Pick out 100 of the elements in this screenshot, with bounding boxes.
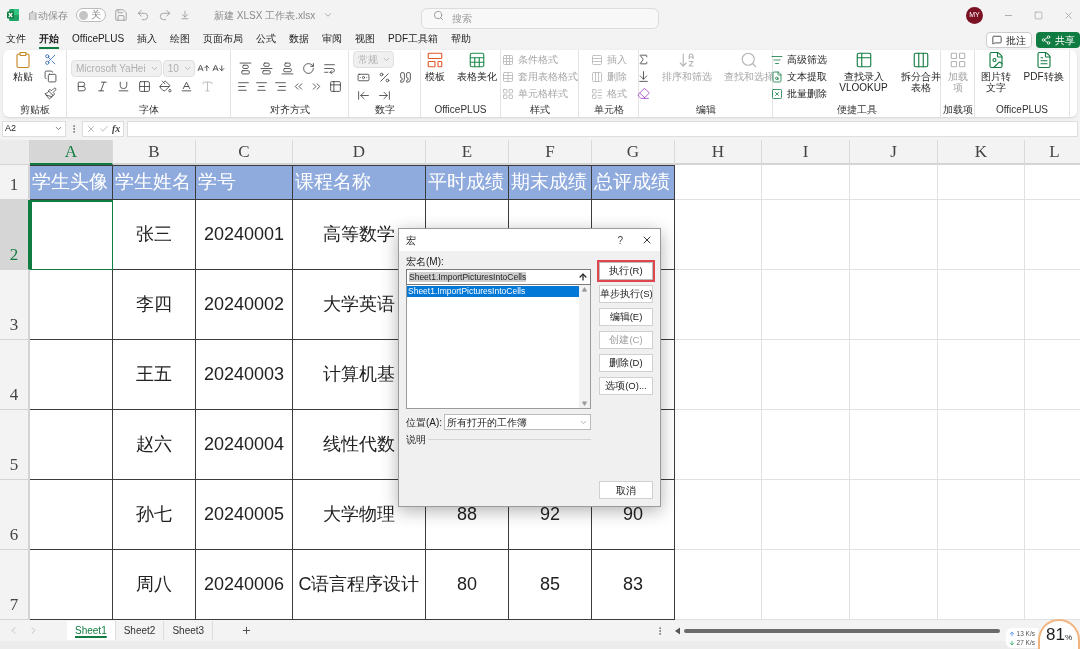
caret-icon — [323, 10, 334, 20]
scissors-icon — [44, 53, 57, 66]
row-header[interactable]: 6 — [0, 480, 30, 550]
menu-tab[interactable]: 数据 — [289, 31, 310, 49]
down-arrow-icon[interactable] — [180, 10, 190, 20]
scroll-down-icon[interactable] — [582, 401, 587, 406]
sheet-tab[interactable]: Sheet2 — [115, 621, 165, 640]
percent-icon — [377, 70, 391, 84]
list-item[interactable]: Sheet1.ImportPicturesIntoCells — [407, 286, 579, 297]
row-header[interactable]: 1 — [0, 165, 30, 200]
group-label: 加载项 — [941, 104, 974, 117]
ribbon-button[interactable]: PDF转换 — [1019, 51, 1068, 82]
autosave-toggle[interactable]: 关 — [76, 8, 106, 22]
font-color-icon — [179, 79, 193, 93]
scrollbar[interactable] — [579, 285, 590, 408]
menu-tab[interactable]: 帮助 — [451, 31, 472, 49]
clipboard-icon — [13, 51, 32, 69]
close-icon[interactable] — [641, 234, 653, 246]
redo-icon[interactable] — [158, 8, 172, 22]
dialog-button[interactable]: 执行(R) — [599, 262, 653, 280]
dialog-button[interactable]: 删除(D) — [599, 354, 653, 372]
decimal-increase-icon — [356, 88, 370, 102]
copy-icon — [44, 70, 57, 83]
rotate-icon — [301, 61, 315, 75]
header-cell: 总评成绩 — [592, 165, 675, 200]
cancel-icon[interactable] — [86, 123, 96, 134]
add-sheet-icon[interactable] — [241, 625, 253, 636]
italic-icon — [95, 79, 109, 93]
table-lookup-icon — [854, 51, 873, 69]
row-header[interactable]: 4 — [0, 340, 30, 410]
column-header[interactable]: L — [1025, 140, 1080, 165]
menu-tab[interactable]: 视图 — [355, 31, 376, 49]
sheet-tab[interactable]: Sheet1 — [67, 621, 116, 640]
scroll-up-icon[interactable] — [582, 287, 587, 292]
phonetic-icon — [200, 79, 214, 93]
ribbon-button[interactable]: 批量删除 — [767, 85, 832, 102]
ribbon-button[interactable]: 查找录入 VLOOKUP — [835, 51, 892, 93]
table-split-icon — [911, 51, 930, 69]
menu-tab[interactable]: 审阅 — [322, 31, 343, 49]
formula-field[interactable] — [127, 120, 1078, 137]
menu-tab[interactable]: 绘图 — [170, 31, 191, 49]
download-arrow-icon — [1008, 639, 1015, 646]
row-header[interactable]: 3 — [0, 270, 30, 340]
app-logo-icon — [6, 8, 20, 22]
search-field[interactable]: 搜索 — [421, 7, 659, 29]
location-select[interactable]: 所有打开的工作簿 — [444, 414, 591, 430]
table-cell: 20240002 — [196, 270, 293, 340]
table-cell: 王五 — [113, 340, 196, 410]
dialog-button[interactable]: 选项(O)... — [599, 377, 653, 395]
ribbon-button[interactable]: 粘贴 — [8, 51, 37, 82]
save-icon[interactable] — [114, 8, 128, 22]
field-label: 宏名(M): — [406, 255, 445, 269]
grid-icon — [501, 53, 514, 66]
wrap-text-icon — [322, 61, 336, 75]
column-header[interactable]: A — [30, 140, 113, 165]
dialog-button[interactable]: 单步执行(S) — [599, 285, 653, 303]
help-button[interactable]: ? — [617, 232, 623, 248]
ribbon-button[interactable]: 图片转文字 — [976, 51, 1016, 93]
row-header[interactable]: 2 — [0, 200, 30, 270]
header-cell: 学生头像 — [30, 165, 113, 200]
menu-tab[interactable]: PDF工具箱 — [388, 31, 439, 49]
menu-tab[interactable]: 文件 — [6, 31, 26, 49]
menu-tab[interactable]: 公式 — [256, 31, 277, 49]
column-header[interactable]: J — [850, 140, 938, 165]
comment-button[interactable]: 批注 — [986, 32, 1032, 48]
fill-color-icon — [158, 79, 172, 93]
cancel-button[interactable]: 取消 — [599, 481, 653, 499]
row-header[interactable]: 5 — [0, 410, 30, 480]
column-header[interactable]: H — [675, 140, 762, 165]
align-center-icon — [255, 79, 269, 93]
menu-tab[interactable]: 插入 — [137, 31, 158, 49]
menu-tab[interactable]: OfficePLUS — [72, 31, 125, 49]
group-label: 样式 — [528, 104, 551, 117]
sheet-tab[interactable]: Sheet3 — [164, 621, 214, 640]
eraser-icon — [637, 87, 650, 100]
header-cell: 平时成绩 — [426, 165, 509, 200]
share-button[interactable]: 共享 — [1036, 32, 1080, 48]
pdf-file-icon — [1034, 51, 1053, 69]
macro-list[interactable]: Sheet1.ImportPicturesIntoCells — [406, 285, 591, 409]
column-header[interactable]: I — [762, 140, 850, 165]
upload-arrow-icon[interactable] — [578, 272, 588, 282]
row-header[interactable]: 7 — [0, 550, 30, 620]
ribbon-button[interactable]: 高级筛选 — [767, 51, 832, 68]
underline-icon — [116, 79, 130, 93]
caret-icon — [54, 124, 63, 133]
macro-name-field[interactable]: Sheet1.ImportPicturesIntoCells — [406, 269, 591, 285]
menu-tab[interactable]: 页面布局 — [203, 31, 244, 49]
dialog-button[interactable]: 编辑(E) — [599, 308, 653, 326]
horizontal-scrollbar[interactable] — [675, 625, 1000, 636]
column-header[interactable]: K — [938, 140, 1025, 165]
image-file-icon — [987, 51, 1005, 69]
group-label: 剪贴板 — [18, 104, 51, 117]
function-label[interactable]: fx — [112, 121, 121, 136]
name-box[interactable]: A2 — [2, 120, 66, 137]
upload-arrow-icon — [1008, 630, 1015, 637]
filter-icon — [771, 53, 784, 66]
share-icon — [1041, 35, 1051, 45]
ribbon-button[interactable]: 模板 — [420, 51, 449, 82]
delete-icon — [771, 87, 784, 100]
align-right-icon — [273, 79, 287, 93]
